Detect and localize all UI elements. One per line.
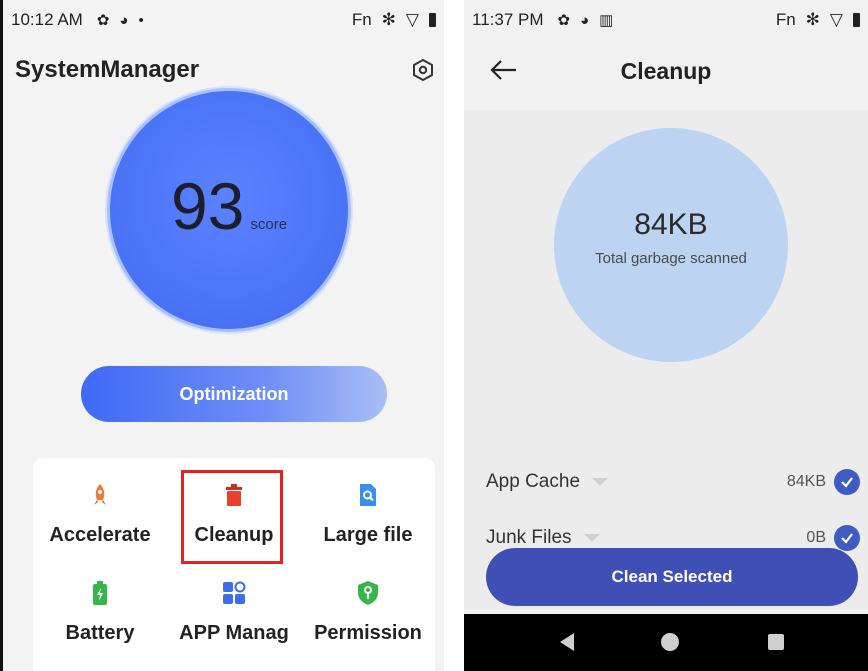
nav-home-icon[interactable] — [658, 630, 682, 654]
battery-icon — [93, 581, 107, 605]
navigation-bar — [464, 614, 868, 671]
system-manager-screen: 10:12 AM ✿ ◕ • Fn ✻ ▽ SystemManager 93 s… — [0, 0, 444, 671]
barcode-status-icon: ▥ — [599, 12, 614, 29]
battery-status-icon — [853, 13, 860, 27]
item-size: 84KB — [786, 473, 826, 490]
app-title: SystemManager — [15, 56, 200, 83]
tool-large-file[interactable]: Large file — [303, 482, 433, 547]
pie-status-icon: ◕ — [580, 11, 590, 29]
clean-selected-button[interactable]: Clean Selected — [486, 548, 858, 606]
tool-battery[interactable]: Battery — [35, 580, 165, 645]
check-icon[interactable] — [834, 525, 860, 551]
tool-permission[interactable]: Permission — [303, 580, 433, 645]
tool-label: Battery — [65, 622, 135, 644]
cleanup-screen: 11:37 PM ✿ ◕ ▥ Fn ✻ ▽ Cleanup 84KB Total… — [464, 0, 868, 671]
bluetooth-icon: ✻ — [805, 10, 820, 29]
file-search-icon — [360, 484, 376, 506]
garbage-circle: 84KB Total garbage scanned — [554, 128, 788, 362]
status-time: 11:37 PM — [472, 10, 544, 29]
score-circle: 93 score — [107, 88, 351, 332]
tool-label: Large file — [323, 524, 413, 546]
check-icon[interactable] — [834, 469, 860, 495]
cleanup-highlight-box — [181, 470, 283, 564]
apps-icon — [223, 581, 246, 604]
item-size: 0B — [806, 529, 826, 546]
item-name: App Cache — [486, 471, 581, 492]
tool-app-manager[interactable]: APP Manag — [169, 580, 299, 645]
expand-caret-icon[interactable] — [583, 534, 600, 542]
rocket-icon — [94, 484, 106, 505]
status-time: 10:12 AM — [11, 10, 83, 29]
score-label: score — [250, 216, 288, 233]
nav-back-icon[interactable] — [556, 630, 580, 654]
total-garbage-size: 84KB — [634, 208, 708, 241]
bluetooth-icon: ✻ — [381, 10, 396, 29]
tool-accelerate[interactable]: Accelerate — [35, 482, 165, 547]
total-garbage-label: Total garbage scanned — [595, 250, 747, 267]
wifi-icon: ▽ — [829, 10, 843, 29]
nav-recents-icon[interactable] — [764, 630, 788, 654]
status-bar: 11:37 PM ✿ ◕ ▥ Fn ✻ ▽ — [464, 0, 868, 40]
dot-status: • — [138, 11, 144, 29]
gear-status-icon: ✿ — [557, 12, 571, 29]
pie-status-icon: ◕ — [119, 11, 129, 29]
fn-indicator: Fn — [351, 10, 372, 29]
tool-label: APP Manag — [179, 622, 289, 644]
page-title: Cleanup — [620, 58, 712, 84]
fn-indicator: Fn — [775, 10, 796, 29]
shield-key-icon — [358, 581, 378, 605]
battery-status-icon — [429, 13, 436, 27]
optimization-button[interactable]: Optimization — [81, 366, 387, 422]
tool-label: Accelerate — [49, 524, 151, 546]
expand-caret-icon[interactable] — [592, 478, 609, 486]
status-bar: 10:12 AM ✿ ◕ • Fn ✻ ▽ — [3, 0, 444, 40]
gear-status-icon: ✿ — [96, 12, 110, 29]
item-name: Junk Files — [486, 527, 572, 548]
score-value: 93 — [170, 169, 245, 243]
tool-label: Permission — [314, 622, 422, 644]
wifi-icon: ▽ — [405, 10, 419, 29]
settings-icon[interactable] — [411, 58, 435, 82]
list-item-app-cache[interactable]: App Cache 84KB — [486, 462, 860, 502]
